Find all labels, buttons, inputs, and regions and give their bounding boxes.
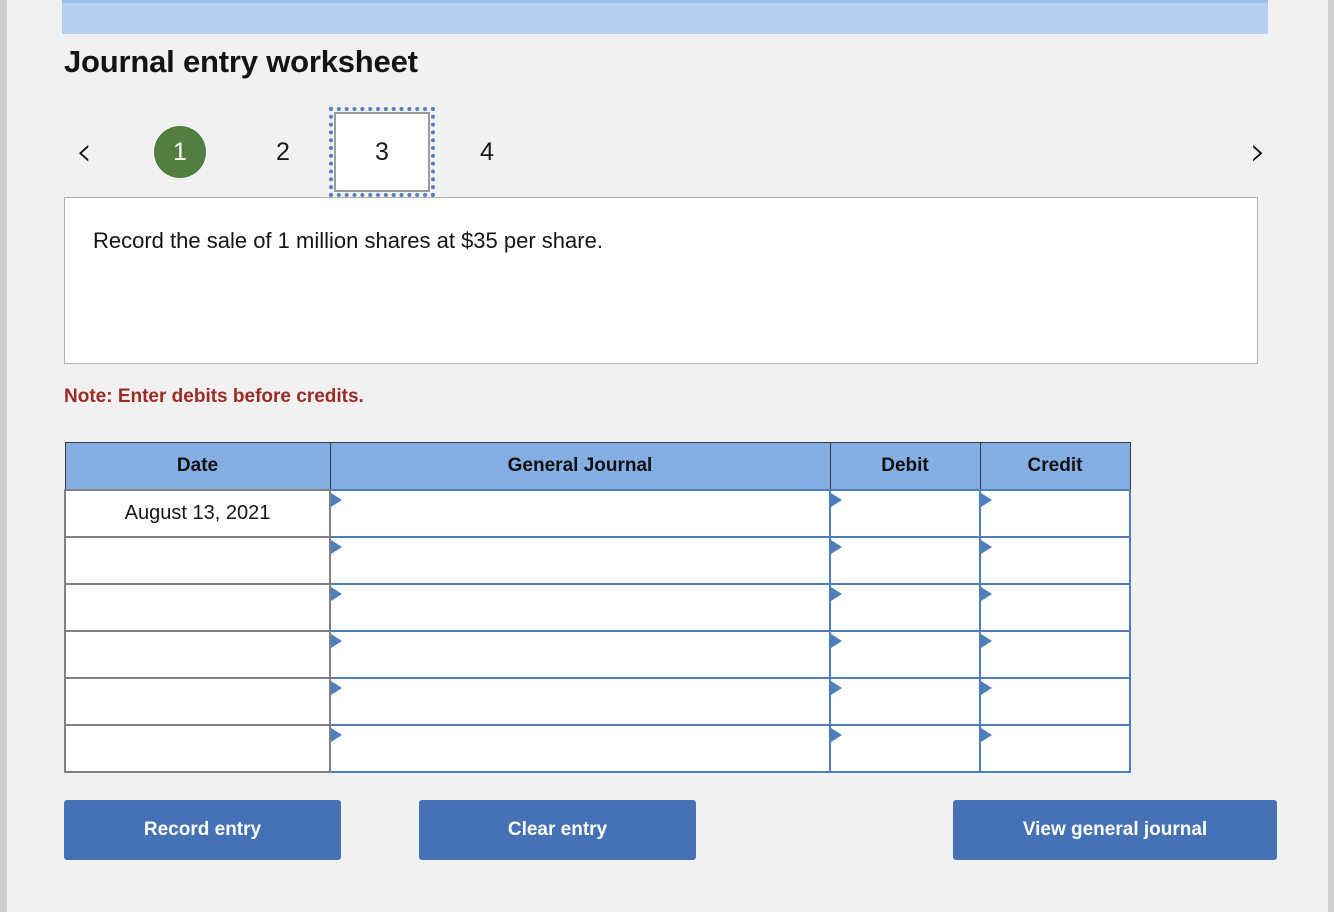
general-journal-input-6[interactable] bbox=[329, 724, 831, 773]
dropdown-arrow-icon bbox=[981, 540, 992, 554]
column-header-credit: Credit bbox=[979, 442, 1131, 491]
credit-input-3[interactable] bbox=[979, 583, 1131, 632]
table-row bbox=[64, 724, 1131, 773]
top-banner bbox=[62, 3, 1268, 34]
column-header-date: Date bbox=[64, 442, 331, 491]
journal-entry-table: Date General Journal Debit Credit August… bbox=[64, 442, 1131, 773]
prompt-text: Record the sale of 1 million shares at $… bbox=[93, 228, 603, 253]
record-entry-button[interactable]: Record entry bbox=[64, 800, 341, 860]
chevron-right-icon[interactable]: › bbox=[1238, 126, 1278, 178]
dropdown-arrow-icon bbox=[331, 493, 342, 507]
table-row: August 13, 2021 bbox=[64, 489, 1131, 538]
general-journal-input-3[interactable] bbox=[329, 583, 831, 632]
table-row bbox=[64, 536, 1131, 585]
date-cell[interactable]: August 13, 2021 bbox=[64, 489, 331, 538]
column-header-debit: Debit bbox=[829, 442, 981, 491]
credit-input-4[interactable] bbox=[979, 630, 1131, 679]
journal-entry-worksheet-page: Journal entry worksheet ‹ 1 2 3 4 › Reco… bbox=[0, 0, 1334, 912]
dropdown-arrow-icon bbox=[981, 681, 992, 695]
step-item-1[interactable]: 1 bbox=[154, 126, 206, 178]
step-item-4[interactable]: 4 bbox=[461, 126, 513, 178]
dropdown-arrow-icon bbox=[831, 540, 842, 554]
clear-entry-button[interactable]: Clear entry bbox=[419, 800, 696, 860]
prompt-panel: Record the sale of 1 million shares at $… bbox=[64, 197, 1258, 364]
dropdown-arrow-icon bbox=[331, 587, 342, 601]
debit-input-4[interactable] bbox=[829, 630, 981, 679]
dropdown-arrow-icon bbox=[831, 493, 842, 507]
view-general-journal-button[interactable]: View general journal bbox=[953, 800, 1277, 860]
debit-input-3[interactable] bbox=[829, 583, 981, 632]
dropdown-arrow-icon bbox=[831, 634, 842, 648]
table-row bbox=[64, 677, 1131, 726]
dropdown-arrow-icon bbox=[981, 587, 992, 601]
step-item-2[interactable]: 2 bbox=[257, 126, 309, 178]
chevron-left-icon[interactable]: ‹ bbox=[64, 126, 104, 178]
credit-input-5[interactable] bbox=[979, 677, 1131, 726]
table-row bbox=[64, 630, 1131, 679]
dropdown-arrow-icon bbox=[331, 728, 342, 742]
step-pager: ‹ 1 2 3 4 › bbox=[64, 107, 1279, 200]
dropdown-arrow-icon bbox=[331, 634, 342, 648]
dropdown-arrow-icon bbox=[831, 587, 842, 601]
dropdown-arrow-icon bbox=[981, 634, 992, 648]
date-cell[interactable] bbox=[64, 630, 331, 679]
general-journal-input-1[interactable] bbox=[329, 489, 831, 538]
date-cell[interactable] bbox=[64, 677, 331, 726]
dropdown-arrow-icon bbox=[331, 540, 342, 554]
date-cell[interactable] bbox=[64, 583, 331, 632]
dropdown-arrow-icon bbox=[331, 681, 342, 695]
general-journal-input-2[interactable] bbox=[329, 536, 831, 585]
dropdown-arrow-icon bbox=[831, 728, 842, 742]
column-header-general-journal: General Journal bbox=[329, 442, 831, 491]
credit-input-6[interactable] bbox=[979, 724, 1131, 773]
step-item-3[interactable]: 3 bbox=[329, 107, 435, 197]
table-row bbox=[64, 583, 1131, 632]
debit-input-5[interactable] bbox=[829, 677, 981, 726]
date-cell[interactable] bbox=[64, 724, 331, 773]
debit-input-1[interactable] bbox=[829, 489, 981, 538]
date-cell[interactable] bbox=[64, 536, 331, 585]
general-journal-input-4[interactable] bbox=[329, 630, 831, 679]
dropdown-arrow-icon bbox=[831, 681, 842, 695]
credit-input-2[interactable] bbox=[979, 536, 1131, 585]
credit-input-1[interactable] bbox=[979, 489, 1131, 538]
table-header-row: Date General Journal Debit Credit bbox=[64, 442, 1131, 491]
page-title: Journal entry worksheet bbox=[64, 44, 418, 79]
debits-before-credits-note: Note: Enter debits before credits. bbox=[64, 386, 364, 407]
general-journal-input-5[interactable] bbox=[329, 677, 831, 726]
debit-input-2[interactable] bbox=[829, 536, 981, 585]
dropdown-arrow-icon bbox=[981, 493, 992, 507]
debit-input-6[interactable] bbox=[829, 724, 981, 773]
dropdown-arrow-icon bbox=[981, 728, 992, 742]
